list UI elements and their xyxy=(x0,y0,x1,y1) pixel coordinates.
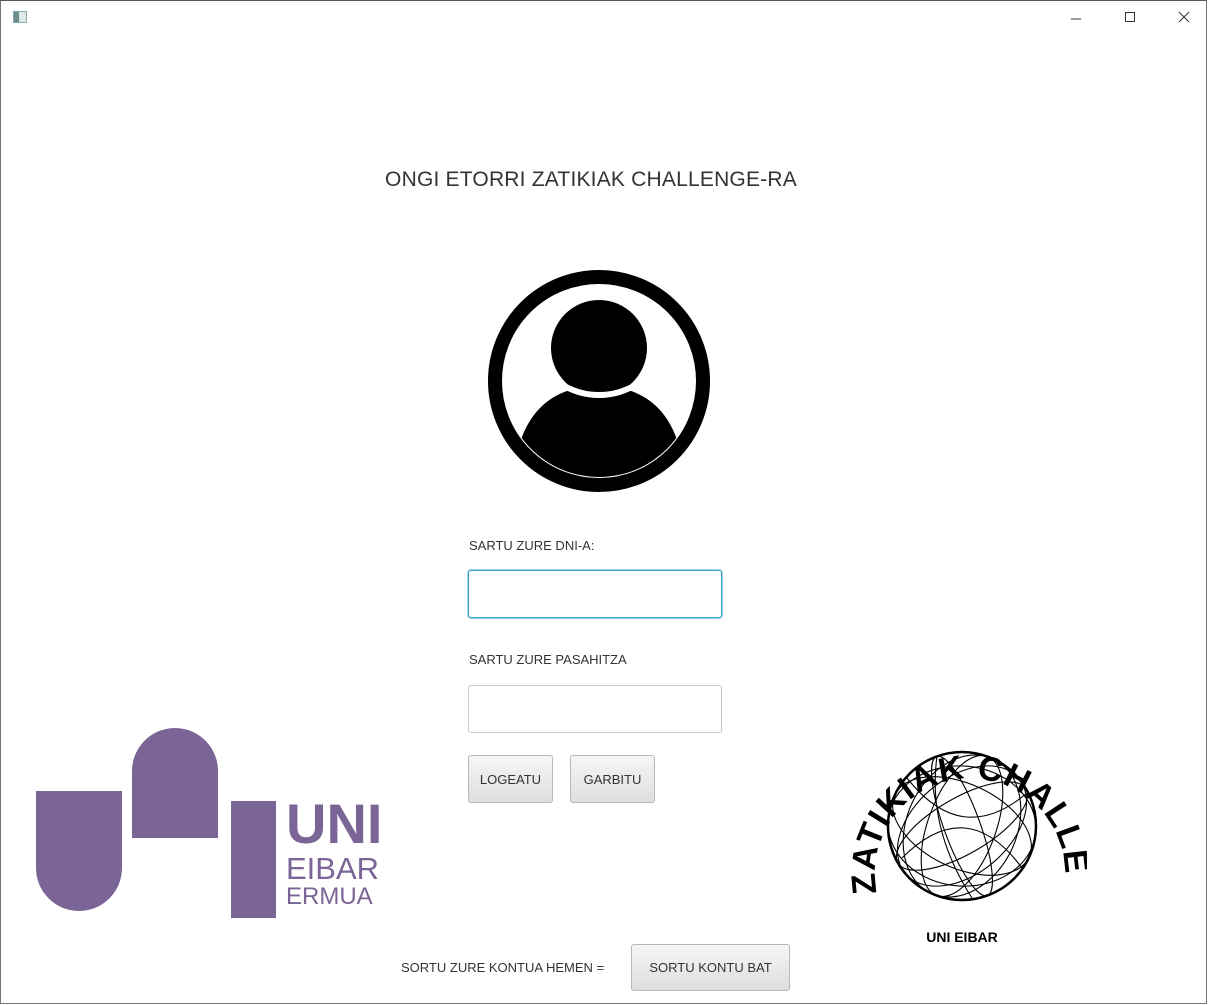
login-button[interactable]: LOGEATU xyxy=(468,755,553,803)
ermua-logo-word: ERMUA xyxy=(286,883,373,910)
dni-label: SARTU ZURE DNI-A: xyxy=(469,538,595,553)
clear-button[interactable]: GARBITU xyxy=(570,755,655,803)
close-icon xyxy=(1178,11,1190,23)
maximize-button[interactable] xyxy=(1107,1,1153,33)
uni-eibar-ermua-logo: UNI EIBAR ERMUA xyxy=(36,728,382,918)
eibar-logo-word: EIBAR xyxy=(286,851,379,886)
minimize-button[interactable] xyxy=(1053,1,1099,33)
app-icon xyxy=(13,11,27,23)
maximize-icon xyxy=(1125,12,1135,22)
minimize-icon xyxy=(1071,18,1081,20)
app-window: ONGI ETORRI ZATIKIAK CHALLENGE-RA SARTU … xyxy=(0,0,1207,1004)
zatikiak-bottom-text: UNI EIBAR xyxy=(926,929,998,945)
password-input[interactable] xyxy=(468,685,722,733)
create-account-prompt: SORTU ZURE KONTUA HEMEN = xyxy=(401,960,605,975)
user-avatar-icon xyxy=(488,270,710,492)
zatikiak-challenge-logo: ZATIKIAK CHALLENGE UNI EIBAR xyxy=(837,698,1087,945)
dni-input[interactable] xyxy=(468,570,722,618)
title-bar xyxy=(1,1,1206,33)
password-label: SARTU ZURE PASAHITZA xyxy=(469,652,627,667)
uni-logo-word: UNI xyxy=(286,792,382,855)
create-account-button[interactable]: SORTU KONTU BAT xyxy=(631,944,790,991)
close-button[interactable] xyxy=(1161,1,1207,33)
zatikiak-ring-text: ZATIKIAK CHALLENGE xyxy=(837,698,1087,896)
page-title: ONGI ETORRI ZATIKIAK CHALLENGE-RA xyxy=(385,168,797,191)
